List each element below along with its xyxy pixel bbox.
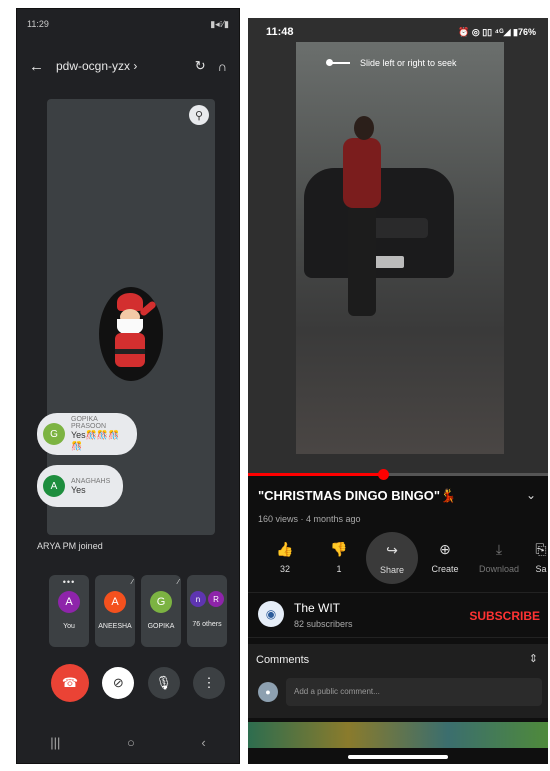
chat-sender: ANAGHAHS — [71, 477, 111, 485]
participant-aneesha[interactable]: ⁄ A ANEESHA — [95, 575, 135, 647]
back-arrow-icon[interactable]: ← — [29, 58, 44, 75]
screenshot-collage: 11:29 ▮◂⁝⁄▮ ← pdw-ocgn-yzx › ↻ ∩ ⚲ G GOP… — [0, 0, 550, 771]
android-nav-bar: ||| ○ ‹ — [17, 721, 239, 763]
microphone-button[interactable]: 🎙 — [147, 667, 180, 699]
participant-you[interactable]: ••• A You — [49, 575, 89, 647]
subscribe-button[interactable]: SUBSCRIBE — [469, 609, 540, 623]
create-button[interactable]: ⊕ Create — [418, 532, 472, 582]
back-button[interactable]: ‹ — [201, 735, 205, 750]
participant-others[interactable]: n R 76 others — [187, 575, 227, 647]
save-button[interactable]: ⎘ Sa — [526, 532, 548, 582]
status-icons: ▮◂⁝⁄▮ — [210, 18, 229, 29]
comments-panel[interactable]: Comments ⇕ ● Add a public comment... — [248, 644, 548, 718]
like-button[interactable]: 👍 32 — [258, 532, 312, 582]
share-icon: ↪ — [386, 541, 398, 558]
participant-strip: ••• A You ⁄ A ANEESHA ⁄ G GOPIKA n R 76 … — [49, 575, 227, 647]
status-time: 11:29 — [27, 19, 49, 29]
chat-bubble: G GOPIKA PRASOON Yes🎊🎊🎊🎊 — [37, 413, 137, 455]
meeting-code[interactable]: pdw-ocgn-yzx › — [56, 59, 183, 73]
user-avatar: ● — [258, 682, 278, 702]
status-bar: 11:29 ▮◂⁝⁄▮ — [17, 9, 239, 39]
channel-name[interactable]: The WIT — [294, 601, 340, 615]
download-icon: ⤓ — [495, 540, 503, 557]
thumbs-up-icon: 👍 — [276, 540, 294, 557]
status-time: 11:48 — [266, 26, 294, 38]
santa-avatar — [99, 287, 163, 381]
camera-off-button[interactable]: ⊘ — [102, 667, 135, 699]
home-button[interactable]: ○ — [127, 735, 135, 750]
dislike-button[interactable]: 👎 1 — [312, 532, 366, 582]
chat-text: Yes🎊🎊🎊🎊 — [71, 430, 120, 451]
status-icons: ⏰ ◎ ▯▯ ⁴ᴳ◢ ▮76% — [458, 26, 536, 37]
video-meta: 160 views · 4 months ago — [258, 514, 361, 524]
more-options-button[interactable]: ⋮ — [192, 667, 225, 699]
chat-avatar: G — [43, 423, 65, 445]
share-button[interactable]: ↪ Share — [366, 532, 418, 584]
home-indicator[interactable] — [348, 755, 448, 759]
more-options-icon[interactable]: ••• — [63, 577, 75, 587]
switch-camera-icon[interactable]: ↻ — [195, 58, 206, 74]
meet-call-screen: 11:29 ▮◂⁝⁄▮ ← pdw-ocgn-yzx › ↻ ∩ ⚲ G GOP… — [16, 8, 240, 764]
create-icon: ⊕ — [439, 540, 451, 557]
expand-comments-icon[interactable]: ⇕ — [529, 652, 538, 665]
subscriber-count: 82 subscribers — [294, 619, 353, 629]
mic-off-icon: ⁄ — [131, 579, 133, 586]
chat-text: Yes — [71, 484, 86, 495]
youtube-watch-screen: 11:48 ⏰ ◎ ▯▯ ⁴ᴳ◢ ▮76% Slide left or righ… — [248, 18, 548, 764]
meet-header: ← pdw-ocgn-yzx › ↻ ∩ — [17, 53, 239, 79]
audio-output-icon[interactable]: ∩ — [218, 59, 227, 74]
chat-avatar: A — [43, 475, 65, 497]
channel-row: ◉ The WIT 82 subscribers SUBSCRIBE — [248, 592, 548, 638]
mic-off-icon: ⁄ — [177, 579, 179, 586]
channel-avatar[interactable]: ◉ — [258, 601, 284, 627]
recents-button[interactable]: ||| — [50, 735, 60, 750]
save-icon: ⎘ — [535, 540, 547, 557]
joined-notice: ARYA PM joined — [37, 541, 103, 551]
chat-sender: GOPIKA PRASOON — [71, 416, 107, 430]
video-title[interactable]: "CHRISTMAS DINGO BINGO"💃 — [258, 488, 518, 504]
thumbs-down-icon: 👎 — [330, 540, 348, 557]
expand-chevron-icon[interactable]: ⌄ — [526, 488, 536, 502]
end-call-button[interactable]: ☎ — [51, 664, 89, 702]
next-video-thumbnail[interactable] — [248, 722, 548, 748]
call-controls: ☎ ⊘ 🎙 ⋮ — [51, 663, 225, 703]
action-row: 👍 32 👎 1 ↪ Share ⊕ Create ⤓ Download ⎘ S — [258, 532, 548, 584]
video-player[interactable]: 11:48 ⏰ ◎ ▯▯ ⁴ᴳ◢ ▮76% Slide left or righ… — [248, 18, 548, 476]
chat-bubble: A ANAGHAHS Yes — [37, 465, 123, 507]
scrubber-handle[interactable] — [378, 469, 389, 480]
status-bar: 11:48 ⏰ ◎ ▯▯ ⁴ᴳ◢ ▮76% — [248, 18, 548, 46]
seek-hint: Slide left or right to seek — [326, 58, 457, 68]
progress-bar[interactable] — [248, 469, 548, 480]
pin-icon[interactable]: ⚲ — [189, 105, 209, 125]
comment-input[interactable]: Add a public comment... — [286, 678, 542, 706]
comments-heading: Comments — [256, 654, 310, 666]
download-button[interactable]: ⤓ Download — [472, 532, 526, 582]
participant-gopika[interactable]: ⁄ G GOPIKA — [141, 575, 181, 647]
